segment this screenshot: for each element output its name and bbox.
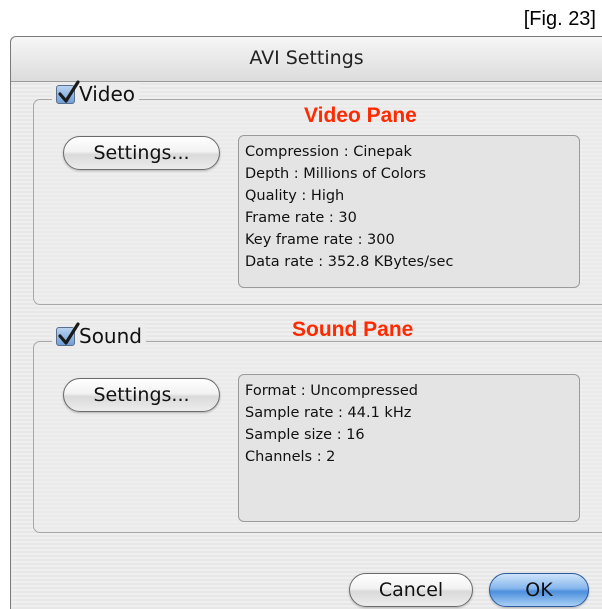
sound-info-channels: Channels : 2 [245,449,336,465]
sound-pane-annotation: Sound Pane [292,318,414,341]
video-settings-button[interactable]: Settings... [63,136,220,170]
checkmark-icon [58,79,80,103]
video-info-quality: Quality : High [245,188,345,204]
sound-pane: Sound Sound Pane Settings... Format : Un… [33,318,602,533]
video-info-key-frame-rate: Key frame rate : 300 [245,232,395,248]
sound-checkbox[interactable] [56,321,80,346]
video-legend: Video [52,79,140,106]
video-pane-annotation: Video Pane [304,104,417,127]
sound-checkbox-label[interactable]: Sound [79,324,142,348]
sound-info-sample-rate: Sample rate : 44.1 kHz [245,405,412,421]
sound-info-sample-size: Sample size : 16 [245,427,365,443]
sound-legend: Sound [52,321,146,348]
figure-label: [Fig. 23] [523,8,596,30]
video-info-frame-rate: Frame rate : 30 [245,210,357,226]
checkmark-icon [58,321,80,345]
sound-info-box: Format : Uncompressed Sample rate : 44.1… [238,374,580,522]
ok-button[interactable]: OK [489,573,589,607]
video-info-compression: Compression : Cinepak [245,144,412,160]
title-bar[interactable]: AVI Settings [11,37,602,82]
video-checkbox[interactable] [56,79,80,104]
sound-info-format: Format : Uncompressed [245,383,418,399]
video-info-box: Compression : Cinepak Depth : Millions o… [238,135,580,288]
cancel-button[interactable]: Cancel [349,573,473,607]
dialog-title: AVI Settings [249,47,364,69]
sound-settings-button[interactable]: Settings... [63,378,220,412]
video-info-data-rate: Data rate : 352.8 KBytes/sec [245,254,454,270]
avi-settings-dialog: AVI Settings Video Video Pane Settings..… [10,36,602,609]
video-checkbox-label[interactable]: Video [79,82,135,106]
video-info-depth: Depth : Millions of Colors [245,166,427,182]
video-pane: Video Video Pane Settings... Compression… [33,79,602,305]
